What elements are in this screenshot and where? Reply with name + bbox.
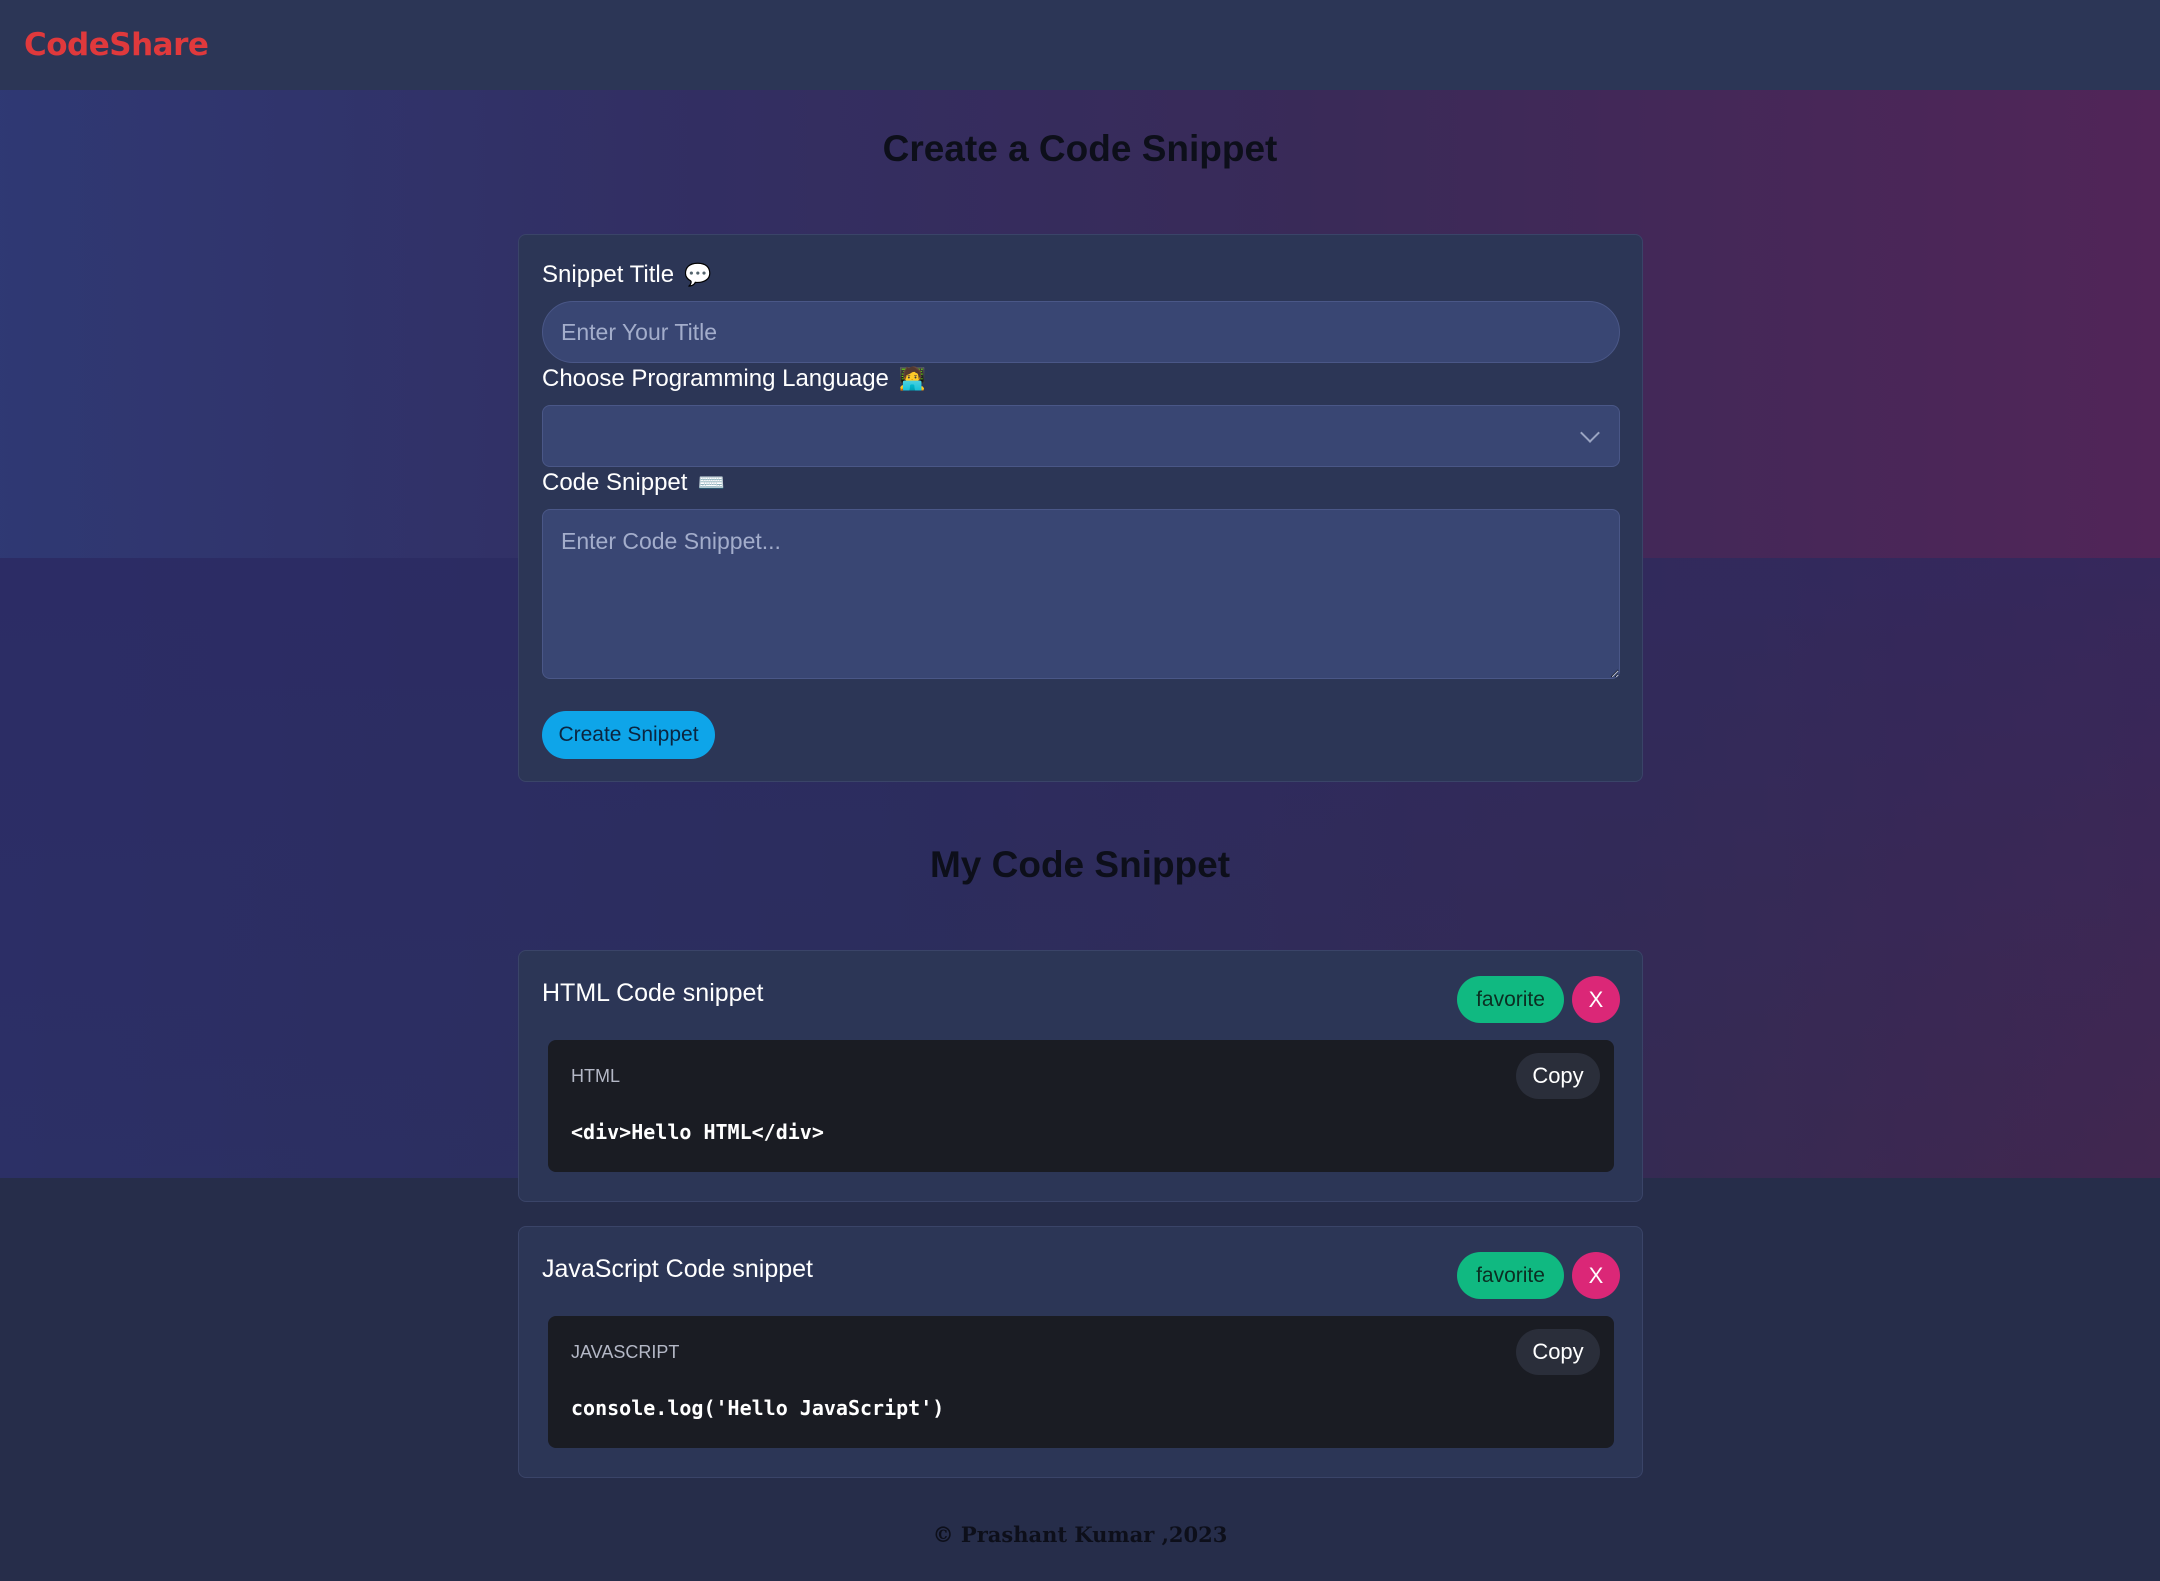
- code-block: JAVASCRIPT Copy console.log('Hello JavaS…: [548, 1316, 1614, 1448]
- language-label-text: Choose Programming Language: [542, 365, 889, 392]
- delete-button[interactable]: X: [1572, 1252, 1620, 1299]
- my-snippets-heading: My Code Snippet: [929, 844, 1231, 885]
- technologist-icon: 🧑‍💻: [898, 366, 927, 391]
- create-snippet-button[interactable]: Create Snippet: [542, 711, 715, 759]
- language-label: Choose Programming Language 🧑‍💻: [542, 365, 926, 393]
- code-text: console.log('Hello JavaScript'): [571, 1396, 945, 1420]
- snippet-title-label: Snippet Title 💬: [542, 261, 712, 289]
- create-snippet-form: Snippet Title 💬 Choose Programming Langu…: [518, 234, 1643, 782]
- code-language-tag: JAVASCRIPT: [571, 1342, 680, 1362]
- snippet-title-input[interactable]: [542, 301, 1620, 363]
- brand-logo[interactable]: CodeShare: [24, 27, 209, 63]
- snippet-title: HTML Code snippet: [542, 979, 764, 1007]
- code-snippet-textarea[interactable]: [542, 509, 1620, 679]
- code-snippet-label: Code Snippet ⌨️: [542, 469, 725, 497]
- code-snippet-label-text: Code Snippet: [542, 469, 688, 496]
- chevron-down-icon: [1580, 423, 1600, 443]
- snippet-card: HTML Code snippet favorite X HTML Copy <…: [518, 950, 1643, 1202]
- favorite-button[interactable]: favorite: [1457, 1252, 1564, 1299]
- snippet-title-label-text: Snippet Title: [542, 261, 675, 288]
- language-select[interactable]: [542, 405, 1620, 467]
- favorite-button[interactable]: favorite: [1457, 976, 1564, 1023]
- keyboard-icon: ⌨️: [697, 470, 725, 495]
- copy-button[interactable]: Copy: [1516, 1053, 1600, 1099]
- delete-button[interactable]: X: [1572, 976, 1620, 1023]
- code-language-tag: HTML: [571, 1066, 620, 1086]
- navbar: CodeShare: [0, 0, 2160, 90]
- footer-copyright: © Prashant Kumar ,2023: [932, 1522, 1228, 1547]
- snippet-card: JavaScript Code snippet favorite X JAVAS…: [518, 1226, 1643, 1478]
- code-text: <div>Hello HTML</div>: [571, 1120, 824, 1144]
- copy-button[interactable]: Copy: [1516, 1329, 1600, 1375]
- snippet-title: JavaScript Code snippet: [542, 1255, 813, 1283]
- code-block: HTML Copy <div>Hello HTML</div>: [548, 1040, 1614, 1172]
- page-title: Create a Code Snippet: [882, 128, 1278, 169]
- speech-bubble-icon: 💬: [684, 262, 712, 287]
